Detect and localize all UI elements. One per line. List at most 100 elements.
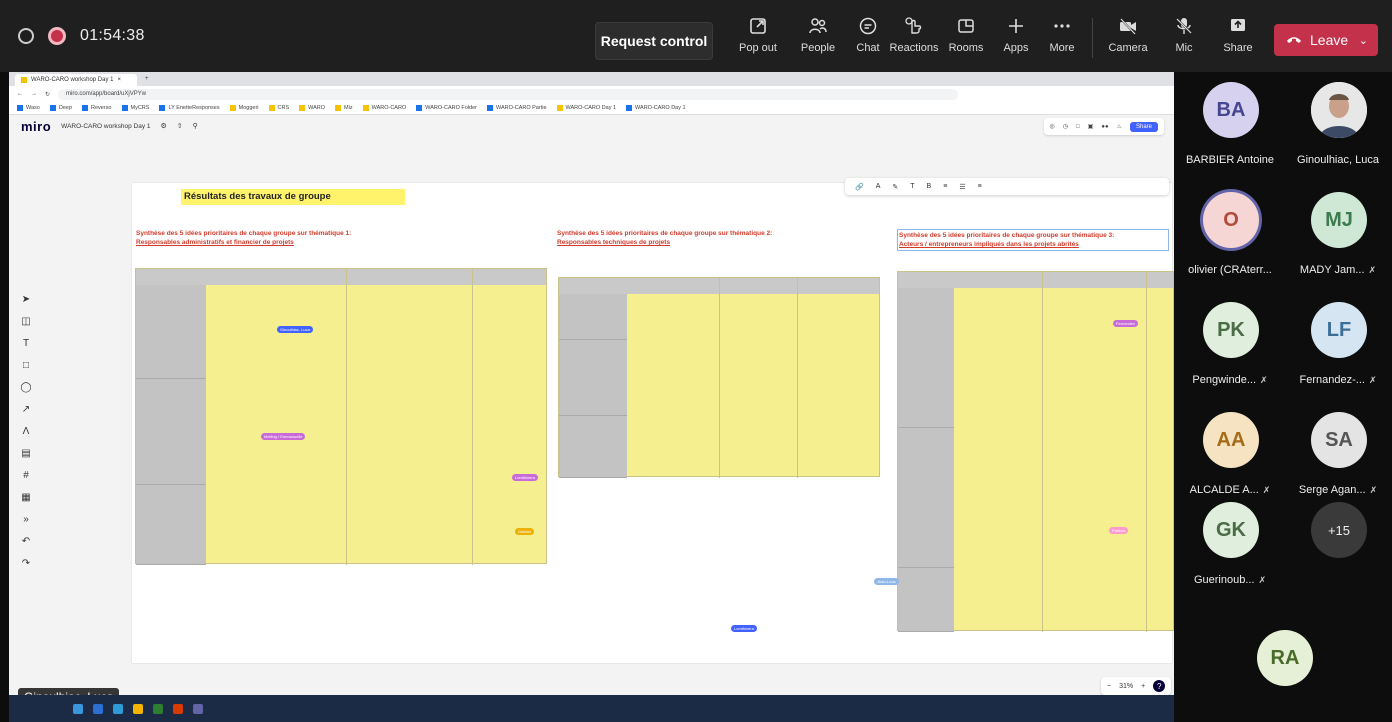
participant-tile[interactable]: Ginoulhiac, Luca (1286, 72, 1390, 182)
pop-out-button[interactable]: Pop out (730, 16, 786, 62)
reactions-button[interactable]: Reactions (886, 16, 942, 62)
undo-icon[interactable]: ↶ (22, 536, 30, 547)
browser-tab-title: WARO-CARO workshop Day 1 (31, 77, 114, 83)
participant-tile[interactable]: O olivier (CRAterr... (1178, 182, 1282, 292)
board-title[interactable]: WARO-CARO workshop Day 1 (61, 123, 150, 130)
section-heading-1[interactable]: Synthèse des 5 idées prioritaires de cha… (136, 229, 436, 247)
bookmark-item[interactable]: CRS (268, 105, 289, 111)
pen-tool-icon[interactable]: Λ (23, 426, 30, 437)
people-label: People (800, 42, 836, 54)
bold-icon[interactable]: B (927, 183, 932, 190)
align-icon[interactable]: ≡ (978, 183, 982, 190)
browser-task-icon[interactable] (93, 703, 103, 714)
bookmark-icon (17, 105, 23, 111)
help-icon[interactable]: ? (1153, 680, 1166, 692)
more-participants-tile[interactable]: +15 (1286, 492, 1390, 602)
mic-button[interactable]: Mic (1156, 16, 1212, 62)
search-icon[interactable]: ⚲ (193, 122, 198, 130)
bell-icon[interactable]: ♨ (1117, 123, 1122, 130)
chevron-down-icon[interactable]: ⌄ (1359, 34, 1368, 47)
zoom-in-icon[interactable]: + (1141, 683, 1145, 690)
bookmark-item[interactable]: WARO-CARO Folder (416, 105, 477, 111)
list-icon[interactable]: ☰ (959, 183, 965, 191)
reactions-icon[interactable]: ◎ (1050, 123, 1055, 130)
frame-grid-icon[interactable]: # (23, 470, 29, 481)
back-icon[interactable]: ← (17, 91, 23, 97)
bookmark-item[interactable]: WARO-CARO Day 1 (626, 105, 686, 111)
leave-button[interactable]: Leave ⌄ (1274, 24, 1378, 56)
forward-icon[interactable]: → (31, 91, 37, 97)
line-tool-icon[interactable]: ↗ (22, 404, 30, 415)
reload-icon[interactable]: ↻ (45, 91, 50, 98)
people-button[interactable]: People (790, 16, 846, 62)
bookmark-item[interactable]: Reverso (82, 105, 112, 111)
strikethrough-icon[interactable]: ≡ (943, 183, 947, 190)
frame-title[interactable]: Résultats des travaux de groupe (181, 189, 405, 205)
section-heading-2[interactable]: Synthèse des 5 idées prioritaires de cha… (557, 229, 857, 247)
sticky-table-1[interactable] (135, 268, 547, 565)
bookmark-item[interactable]: WARO (299, 105, 325, 111)
rooms-label: Rooms (948, 42, 984, 54)
close-tab-icon[interactable]: × (117, 77, 121, 83)
collaborator-cursor: Lomthivera (512, 474, 538, 481)
participant-tile[interactable]: BA BARBIER Antoine (1178, 72, 1282, 182)
excel-task-icon[interactable] (153, 703, 163, 714)
bookmark-item[interactable]: WARO-CARO Day 1 (556, 105, 616, 111)
bookmarks-bar: Waso Deep Reverso MyCRS LY EnetteRespons… (9, 102, 1174, 115)
bookmark-item[interactable]: Moggeri (229, 105, 259, 111)
participant-tile[interactable]: PK Pengwinde... ✗ (1178, 292, 1282, 402)
miro-logo: miro (21, 118, 52, 134)
rooms-button[interactable]: Rooms (938, 16, 994, 62)
presentation-icon[interactable]: ▣ (1088, 123, 1094, 130)
more-icon (1054, 24, 1070, 28)
sticky-table-2[interactable] (558, 277, 880, 478)
miro-favicon-icon (556, 105, 563, 111)
browser-tab[interactable]: WARO-CARO workshop Day 1 × (15, 74, 137, 86)
share-button[interactable]: Share (1210, 16, 1266, 62)
settings-icon[interactable]: ⚙ (161, 122, 167, 130)
highlight-icon[interactable]: ✎ (892, 183, 898, 191)
redo-icon[interactable]: ↷ (22, 558, 30, 569)
sticky-tool-icon[interactable]: □ (23, 360, 29, 371)
comment-icon[interactable]: □ (1076, 124, 1080, 130)
zoom-out-icon[interactable]: − (1107, 683, 1111, 690)
bookmark-item[interactable]: WARO-CARO Partie (486, 105, 547, 111)
text-tool-icon[interactable]: T (23, 338, 29, 349)
upload-icon[interactable]: ⇧ (177, 122, 183, 130)
url-input[interactable]: miro.com/app/board/uXjVPYw (58, 88, 959, 100)
participant-tile[interactable]: MJ MADY Jam... ✗ (1286, 182, 1390, 292)
frame-tool-icon[interactable]: ◫ (21, 316, 30, 327)
select-tool-icon[interactable]: ➤ (22, 294, 30, 305)
folder-icon (229, 105, 236, 111)
section-heading-3[interactable]: Synthèse des 5 idées prioritaires de cha… (897, 229, 1169, 251)
bookmark-item[interactable]: LY EnetteResponses (159, 105, 220, 111)
more-button[interactable]: More (1034, 16, 1090, 62)
comment-tool-icon[interactable]: ▤ (21, 448, 30, 459)
shape-tool-icon[interactable]: ◯ (20, 382, 31, 393)
link-icon[interactable]: 🔗 (855, 183, 864, 191)
timer-icon[interactable]: ◷ (1063, 123, 1068, 130)
participant-tile[interactable]: GK Guerinoub... ✗ (1178, 492, 1282, 602)
teams-task-icon[interactable] (193, 703, 203, 714)
upload-tool-icon[interactable]: ▦ (21, 492, 30, 503)
zoom-level[interactable]: 31% (1119, 683, 1133, 690)
bookmark-item[interactable]: Deep (49, 105, 72, 111)
bookmark-item[interactable]: Miz (335, 105, 353, 111)
explorer-task-icon[interactable] (133, 703, 143, 714)
more-tools-icon[interactable]: » (23, 514, 29, 525)
more-participants-count[interactable]: +15 (1311, 502, 1367, 558)
bookmark-item[interactable]: WARO-CARO (362, 105, 406, 111)
text-color-icon[interactable]: A (876, 183, 881, 190)
windows-start-icon[interactable] (73, 703, 83, 714)
miro-share-button[interactable]: Share (1129, 121, 1158, 132)
speaker-tile[interactable]: RA (1178, 612, 1392, 722)
font-icon[interactable]: T (910, 183, 914, 190)
camera-button[interactable]: Camera (1100, 16, 1156, 62)
app-task-icon[interactable] (173, 703, 183, 714)
new-tab-icon[interactable]: + (145, 76, 149, 82)
participant-tile[interactable]: LF Fernandez-... ✗ (1286, 292, 1390, 402)
bookmark-item[interactable]: MyCRS (121, 105, 149, 111)
bookmark-item[interactable]: Waso (17, 105, 40, 111)
request-control-button[interactable]: Request control (595, 22, 713, 60)
mail-task-icon[interactable] (113, 703, 123, 714)
